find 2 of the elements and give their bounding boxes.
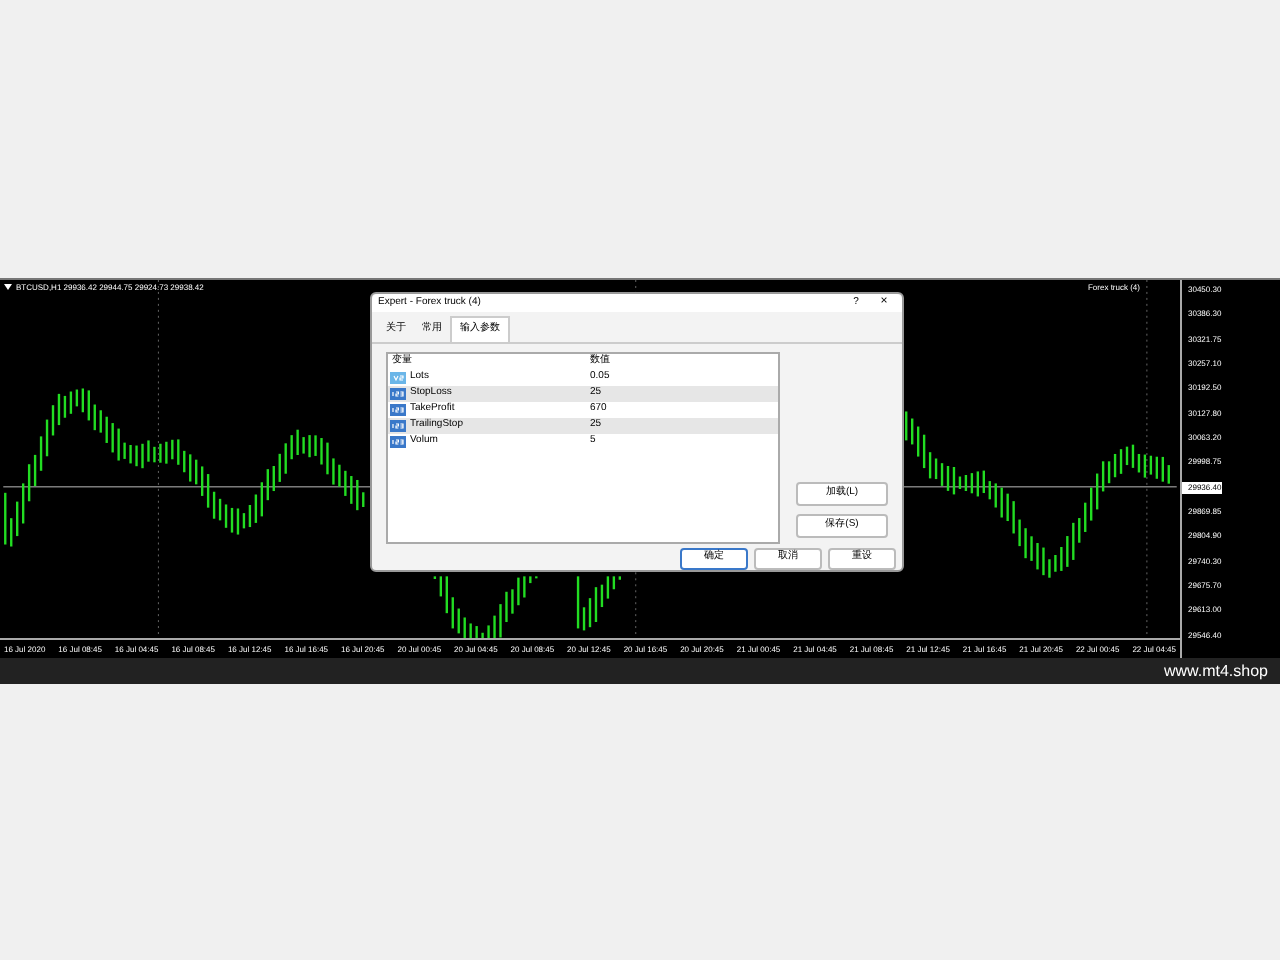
site-url: www.mt4.shop — [1163, 659, 1268, 683]
dropdown-icon — [4, 284, 12, 290]
